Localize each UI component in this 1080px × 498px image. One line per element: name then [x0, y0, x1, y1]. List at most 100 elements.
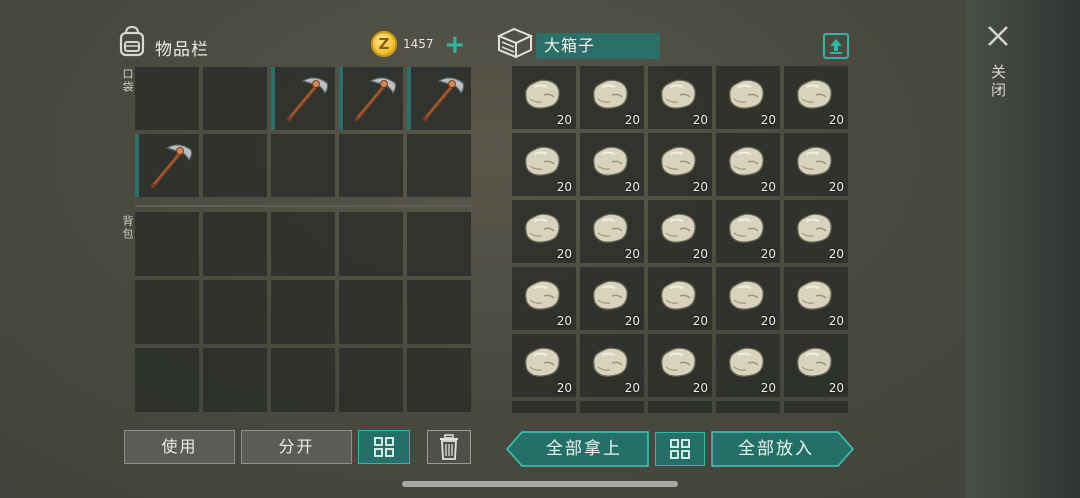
- take-all-button[interactable]: 全部拿上: [520, 431, 648, 467]
- item-quantity: 20: [556, 314, 572, 328]
- pocket-slot[interactable]: [271, 134, 335, 197]
- item-quantity: 20: [624, 113, 640, 127]
- use-button[interactable]: 使用: [124, 430, 235, 464]
- item-quantity: 20: [692, 381, 708, 395]
- add-currency-button[interactable]: +: [444, 32, 466, 58]
- backpack-slot[interactable]: [339, 348, 403, 412]
- upload-icon[interactable]: [823, 33, 849, 59]
- stone-icon: [525, 347, 560, 377]
- container-slot[interactable]: [648, 401, 712, 413]
- stone-icon: [661, 146, 696, 176]
- container-slot[interactable]: [784, 401, 848, 413]
- pickaxe-icon: [151, 144, 193, 188]
- pocket-slot[interactable]: [339, 67, 403, 130]
- container-sort-button[interactable]: [655, 432, 705, 466]
- home-indicator[interactable]: [402, 481, 678, 487]
- container-slot[interactable]: 20: [580, 334, 644, 397]
- item-quantity: 20: [828, 381, 844, 395]
- container-slot[interactable]: 20: [580, 133, 644, 196]
- container-slot[interactable]: 20: [784, 267, 848, 330]
- backpack-slot[interactable]: [407, 348, 471, 412]
- container-slot[interactable]: 20: [512, 66, 576, 129]
- stone-icon: [729, 213, 764, 243]
- sort-icon: [670, 439, 690, 459]
- inventory-title: 物品栏: [155, 40, 209, 60]
- item-quantity: 20: [828, 180, 844, 194]
- close-label[interactable]: 关闭: [988, 64, 1009, 100]
- container-slot[interactable]: [512, 401, 576, 413]
- container-scroll-area[interactable]: 20 20 20 20 20 20 20 20 20 20 20 20 20 20 20 20 20 20 20 20…: [512, 66, 849, 413]
- backpack-slot[interactable]: [135, 280, 199, 344]
- container-slot[interactable]: 20: [512, 334, 576, 397]
- item-quantity: 20: [760, 247, 776, 261]
- backpack-slot[interactable]: [407, 280, 471, 344]
- backpack-slot[interactable]: [271, 212, 335, 276]
- backpack-slot[interactable]: [203, 280, 267, 344]
- container-slot[interactable]: 20: [580, 267, 644, 330]
- container-slot[interactable]: 20: [512, 133, 576, 196]
- pickaxe-icon: [355, 77, 397, 121]
- backpack-slot[interactable]: [339, 212, 403, 276]
- sort-button[interactable]: [358, 430, 410, 464]
- container-slot[interactable]: 20: [648, 267, 712, 330]
- backpack-slot[interactable]: [135, 212, 199, 276]
- stone-icon: [525, 213, 560, 243]
- container-slot[interactable]: 20: [648, 66, 712, 129]
- backpack-slot[interactable]: [271, 280, 335, 344]
- put-all-button[interactable]: 全部放入: [712, 431, 840, 467]
- container-slot[interactable]: 20: [784, 200, 848, 263]
- close-icon[interactable]: [986, 24, 1010, 48]
- pocket-slot[interactable]: [203, 67, 267, 130]
- container-slot[interactable]: 20: [784, 334, 848, 397]
- container-grid: 20 20 20 20 20 20 20 20 20 20 20 20 20 20 20 20 20 20 20 20…: [512, 66, 849, 413]
- container-name-field[interactable]: 大箱子: [536, 33, 660, 59]
- stone-icon: [525, 146, 560, 176]
- stone-icon: [593, 347, 628, 377]
- trash-button[interactable]: [427, 430, 471, 464]
- backpack-slot[interactable]: [339, 280, 403, 344]
- container-slot[interactable]: 20: [648, 334, 712, 397]
- item-quantity: 20: [760, 180, 776, 194]
- container-slot[interactable]: [580, 401, 644, 413]
- container-slot[interactable]: 20: [716, 133, 780, 196]
- backpack-slot[interactable]: [203, 348, 267, 412]
- container-slot[interactable]: 20: [580, 66, 644, 129]
- pocket-slot[interactable]: [135, 134, 199, 197]
- item-quantity: 20: [760, 113, 776, 127]
- container-slot[interactable]: 20: [784, 66, 848, 129]
- pocket-slot[interactable]: [271, 67, 335, 130]
- container-slot[interactable]: 20: [580, 200, 644, 263]
- pocket-slot[interactable]: [407, 67, 471, 130]
- stone-icon: [593, 280, 628, 310]
- container-slot[interactable]: 20: [784, 133, 848, 196]
- stone-icon: [525, 280, 560, 310]
- coin-icon: Z: [371, 31, 397, 57]
- container-slot[interactable]: 20: [716, 334, 780, 397]
- container-slot[interactable]: 20: [716, 267, 780, 330]
- container-slot[interactable]: 20: [716, 66, 780, 129]
- container-slot[interactable]: 20: [716, 200, 780, 263]
- stone-icon: [593, 79, 628, 109]
- backpack-slot[interactable]: [203, 212, 267, 276]
- stone-icon: [797, 347, 832, 377]
- split-button[interactable]: 分开: [241, 430, 352, 464]
- container-slot[interactable]: 20: [648, 133, 712, 196]
- backpack-slot[interactable]: [271, 348, 335, 412]
- pocket-slot[interactable]: [339, 134, 403, 197]
- pocket-slot[interactable]: [407, 134, 471, 197]
- backpack-slot[interactable]: [407, 212, 471, 276]
- container-slot[interactable]: [716, 401, 780, 413]
- container-slot[interactable]: 20: [512, 267, 576, 330]
- item-quantity: 20: [692, 180, 708, 194]
- pocket-slot[interactable]: [135, 67, 199, 130]
- trash-icon: [440, 434, 458, 460]
- item-quantity: 20: [760, 314, 776, 328]
- item-quantity: 20: [624, 381, 640, 395]
- item-quantity: 20: [828, 247, 844, 261]
- box-icon: [497, 27, 533, 59]
- backpack-slot[interactable]: [135, 348, 199, 412]
- pocket-slot[interactable]: [203, 134, 267, 197]
- pickaxe-icon: [423, 77, 465, 121]
- container-slot[interactable]: 20: [648, 200, 712, 263]
- container-slot[interactable]: 20: [512, 200, 576, 263]
